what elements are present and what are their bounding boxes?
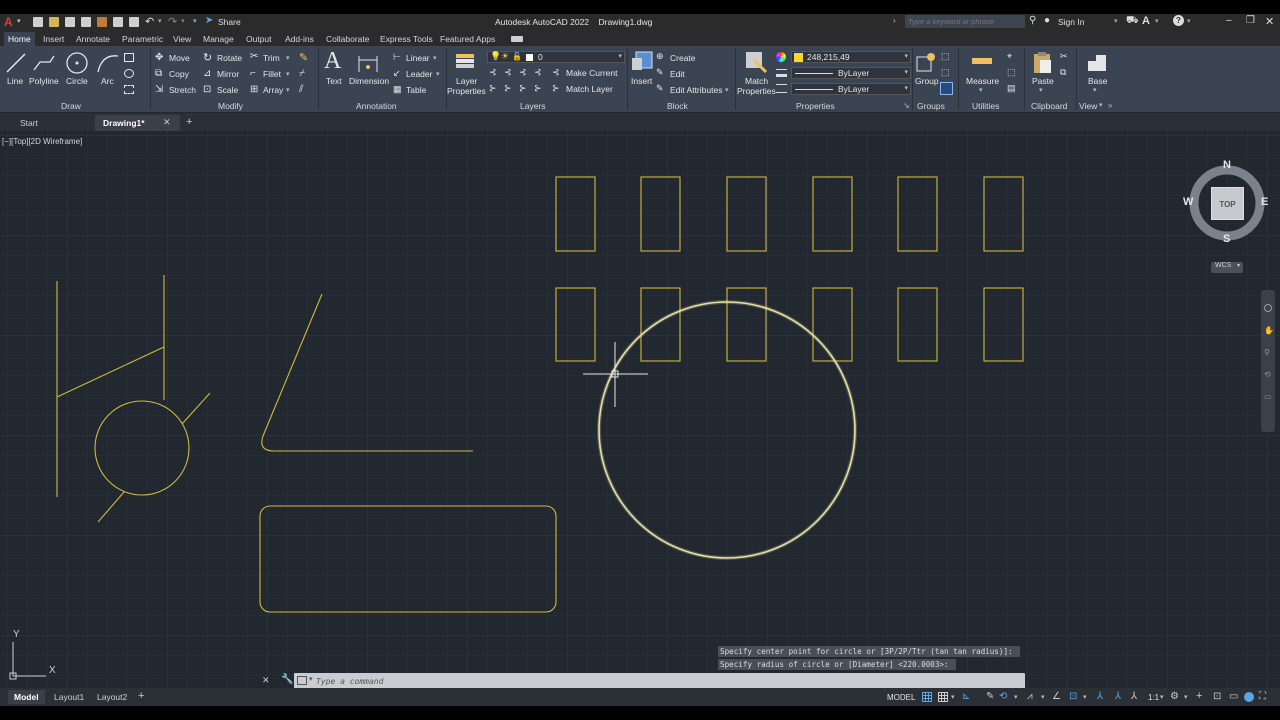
auto-scale-icon[interactable]: ⅄: [1115, 691, 1121, 702]
pan-icon[interactable]: ✋: [1264, 326, 1274, 335]
rect-bottom-2: [640, 287, 681, 362]
viewcube-top-face[interactable]: TOP: [1211, 187, 1244, 220]
command-customize-icon[interactable]: 🔧: [281, 674, 293, 685]
wcs-menu[interactable]: WCS ▾: [1211, 262, 1243, 273]
quick-properties-icon[interactable]: ▭: [1229, 691, 1238, 702]
units-icon[interactable]: ⊡: [1213, 691, 1221, 702]
grid-icon[interactable]: [922, 692, 932, 702]
annotation-scale-icon[interactable]: ⅄: [1131, 691, 1137, 702]
command-input[interactable]: [316, 673, 916, 689]
rect-top-6: [983, 176, 1024, 252]
object-snap-tracking-icon[interactable]: ∠: [1052, 691, 1061, 702]
zoom-icon[interactable]: ⚲: [1264, 348, 1270, 357]
isolate-objects-icon[interactable]: [1244, 692, 1254, 702]
rect-bottom-1: [555, 287, 596, 362]
command-history: Specify center point for circle or [3P/2…: [718, 646, 1024, 672]
wcs-dropdown-icon: ▾: [1236, 263, 1240, 269]
rect-top-4: [812, 176, 853, 252]
isometric-dropdown-icon[interactable]: ▾: [1041, 693, 1045, 701]
rect-top-3: [726, 176, 767, 252]
command-history-line: Specify radius of circle or [Diameter] <…: [718, 659, 956, 670]
letterbox-bottom: [0, 706, 1280, 720]
annotation-visibility-icon[interactable]: ⅄: [1097, 691, 1103, 702]
rect-bottom-3: [726, 287, 767, 362]
small-circle: [94, 400, 190, 496]
compass-south[interactable]: S: [1223, 233, 1230, 245]
clean-screen-icon[interactable]: ⛶: [1259, 691, 1266, 702]
orbit-icon[interactable]: ⟲: [1264, 370, 1271, 379]
fillet-corner-polyline: [261, 293, 473, 452]
rect-top-1: [555, 176, 596, 252]
command-history-line: Specify center point for circle or [3P/2…: [718, 646, 1020, 657]
wcs-label: WCS: [1215, 262, 1232, 269]
command-recent-dropdown-icon[interactable]: ▾: [309, 675, 313, 683]
snap-mode-icon[interactable]: [938, 692, 948, 702]
line-diagonal: [56, 346, 165, 398]
navigation-bar[interactable]: ✋ ⚲ ⟲ ▭: [1261, 290, 1275, 432]
layout-tab-model[interactable]: Model: [8, 690, 45, 704]
showmotion-icon[interactable]: ▭: [1264, 392, 1272, 401]
command-line[interactable]: ▾: [294, 673, 1025, 689]
annotation-monitor-icon[interactable]: +: [1196, 690, 1202, 702]
add-layout-icon[interactable]: +: [138, 690, 144, 702]
layout-tab-layout1[interactable]: Layout1: [48, 690, 90, 704]
line-tangent-upper: [181, 392, 211, 425]
polar-dropdown-icon[interactable]: ▾: [1014, 693, 1018, 701]
ucs-y-label: Y: [13, 629, 20, 640]
rect-top-5: [897, 176, 938, 252]
command-close-icon[interactable]: ✕: [262, 675, 270, 686]
compass-north[interactable]: N: [1223, 159, 1231, 171]
rect-top-2: [640, 176, 681, 252]
model-space-button[interactable]: MODEL: [887, 693, 915, 702]
rect-bottom-4: [812, 287, 853, 362]
polar-tracking-icon[interactable]: ✎: [986, 691, 994, 702]
rounded-rectangle: [259, 505, 557, 613]
object-snap-toggle-icon[interactable]: ⊡: [1069, 691, 1077, 702]
ucs-x-label: X: [49, 665, 56, 676]
drawing-geometry[interactable]: [0, 0, 1280, 720]
rect-bottom-6: [983, 287, 1024, 362]
compass-west[interactable]: W: [1183, 196, 1193, 208]
layout-tab-layout2[interactable]: Layout2: [91, 690, 133, 704]
workspace-gear-icon[interactable]: ⚙: [1170, 691, 1179, 702]
ucs-icon: [9, 642, 46, 680]
osnap-dropdown-icon[interactable]: ▾: [1083, 693, 1087, 701]
crosshair-cursor: [583, 342, 648, 407]
snap-dropdown-icon[interactable]: ▾: [951, 693, 955, 701]
command-recent-icon[interactable]: [297, 676, 307, 685]
line-tangent-lower: [97, 491, 125, 523]
rect-bottom-5: [897, 287, 938, 362]
status-bar: Model Layout1 Layout2 + MODEL ▾ ⊾ ✎ ▾ ⟲ …: [0, 688, 1280, 706]
object-snap-icon[interactable]: ⟲: [999, 691, 1007, 702]
isometric-icon[interactable]: ⩘: [1027, 691, 1033, 702]
annotation-scale-label[interactable]: 1:1: [1148, 693, 1159, 702]
ortho-icon[interactable]: ⊾: [962, 691, 970, 702]
compass-east[interactable]: E: [1261, 196, 1268, 208]
workspace-dropdown-icon[interactable]: ▾: [1184, 693, 1188, 701]
steering-wheel-icon[interactable]: [1264, 304, 1272, 312]
annotation-scale-dropdown-icon[interactable]: ▾: [1160, 693, 1164, 701]
